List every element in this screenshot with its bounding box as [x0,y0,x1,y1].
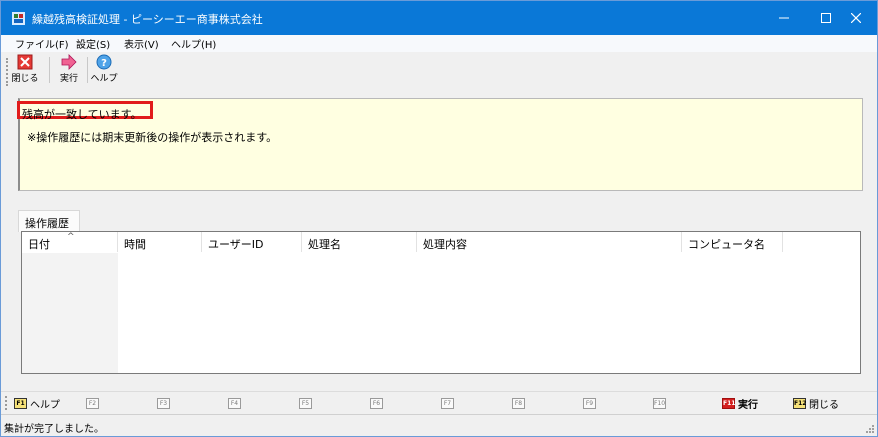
fkey-f1-help[interactable]: F1 ヘルプ [14,396,60,411]
sort-ascending-icon: ^ [67,232,75,242]
f6-key-icon: F6 [370,397,383,409]
close-x-icon [17,54,33,70]
f5-key-icon: F5 [299,397,312,409]
svg-text:?: ? [101,58,107,69]
fkey-f4[interactable]: F4 [228,396,244,410]
f10-key-icon: F10 [653,397,666,409]
fkey-f7[interactable]: F7 [441,396,457,410]
window-title: 繰越残高検証処理 - ピーシーエー商事株式会社 [32,13,263,26]
help-question-icon: ? [96,54,112,70]
fkey-f11-run[interactable]: F11 実行 [722,396,758,411]
help-toolbar-button[interactable]: ? ヘルプ [89,54,119,87]
f11-key-icon: F11 [722,397,736,409]
fkey-label: 実行 [738,399,758,411]
menu-view[interactable]: 表示(V) [124,36,159,51]
balance-match-message: 残高が一致しています。 [17,101,153,121]
close-icon [851,13,861,23]
column-header-date[interactable]: 日付 ^ [22,232,118,252]
close-button[interactable] [835,1,877,35]
fkey-label: 閉じる [809,399,839,411]
f2-key-icon: F2 [86,397,99,409]
column-header-process-name[interactable]: 処理名 [302,232,417,252]
f9-key-icon: F9 [583,397,596,409]
menu-bar: ファイル(F) 設定(S) 表示(V) ヘルプ(H) [1,35,877,52]
fkey-f5[interactable]: F5 [299,396,315,410]
f7-key-icon: F7 [441,397,454,409]
fkey-f9[interactable]: F9 [583,396,599,410]
column-header-user-id[interactable]: ユーザーID [202,232,302,252]
history-note-message: ※操作履歴には期末更新後の操作が表示されます。 [27,131,278,144]
fkey-f6[interactable]: F6 [370,396,386,410]
message-area: 残高が一致しています。 ※操作履歴には期末更新後の操作が表示されます。 [17,98,863,191]
close-toolbar-button[interactable]: 閉じる [10,54,40,87]
operation-history-table[interactable]: 日付 ^ 時間 ユーザーID 処理名 処理内容 コンピュータ名 [21,231,861,374]
function-key-bar: F1 ヘルプ F2 F3 F4 F5 F6 F7 F8 F9 F10 F11 実… [1,391,877,413]
title-bar[interactable]: 繰越残高検証処理 - ピーシーエー商事株式会社 [1,1,877,35]
app-icon [12,12,25,25]
help-toolbar-label: ヘルプ [90,74,118,84]
menu-file[interactable]: ファイル(F) [15,36,69,51]
run-toolbar-label: 実行 [59,74,78,84]
fkey-grip[interactable] [5,396,7,410]
f1-key-icon: F1 [14,397,27,409]
f12-key-icon: F12 [793,397,807,409]
f8-key-icon: F8 [512,397,525,409]
run-toolbar-button[interactable]: 実行 [54,54,84,87]
arrow-right-icon [61,54,77,70]
column-header-computer-name[interactable]: コンピュータ名 [682,232,783,252]
menu-settings[interactable]: 設定(S) [76,36,110,51]
menu-help[interactable]: ヘルプ(H) [171,36,216,51]
f4-key-icon: F4 [228,397,241,409]
fkey-f12-close[interactable]: F12 閉じる [793,396,839,411]
f3-key-icon: F3 [157,397,170,409]
toolbar-separator [49,57,50,83]
status-text: 集計が完了しました。 [4,424,104,435]
fkey-f8[interactable]: F8 [512,396,528,410]
minimize-button[interactable] [763,1,805,35]
tab-operation-history[interactable]: 操作履歴 [18,210,80,232]
fkey-f2[interactable]: F2 [86,396,102,410]
close-toolbar-label: 閉じる [11,74,39,84]
fkey-label: ヘルプ [30,399,60,411]
fkey-f10[interactable]: F10 [653,396,669,410]
toolbar-separator [87,57,88,83]
resize-grip-icon[interactable] [865,424,874,433]
app-window: 繰越残高検証処理 - ピーシーエー商事株式会社 ファイル(F) 設定(S) 表示… [0,0,878,437]
minimize-icon [779,17,789,19]
toolbar: 閉じる 実行 ? ヘルプ [1,52,877,89]
column-header-process-detail[interactable]: 処理内容 [417,232,682,252]
date-column-fill [22,253,118,373]
fkey-f3[interactable]: F3 [157,396,173,410]
status-bar: 集計が完了しました。 [1,414,877,436]
maximize-icon [821,13,831,23]
toolbar-grip[interactable] [6,58,8,86]
column-header-time[interactable]: 時間 [118,232,202,252]
